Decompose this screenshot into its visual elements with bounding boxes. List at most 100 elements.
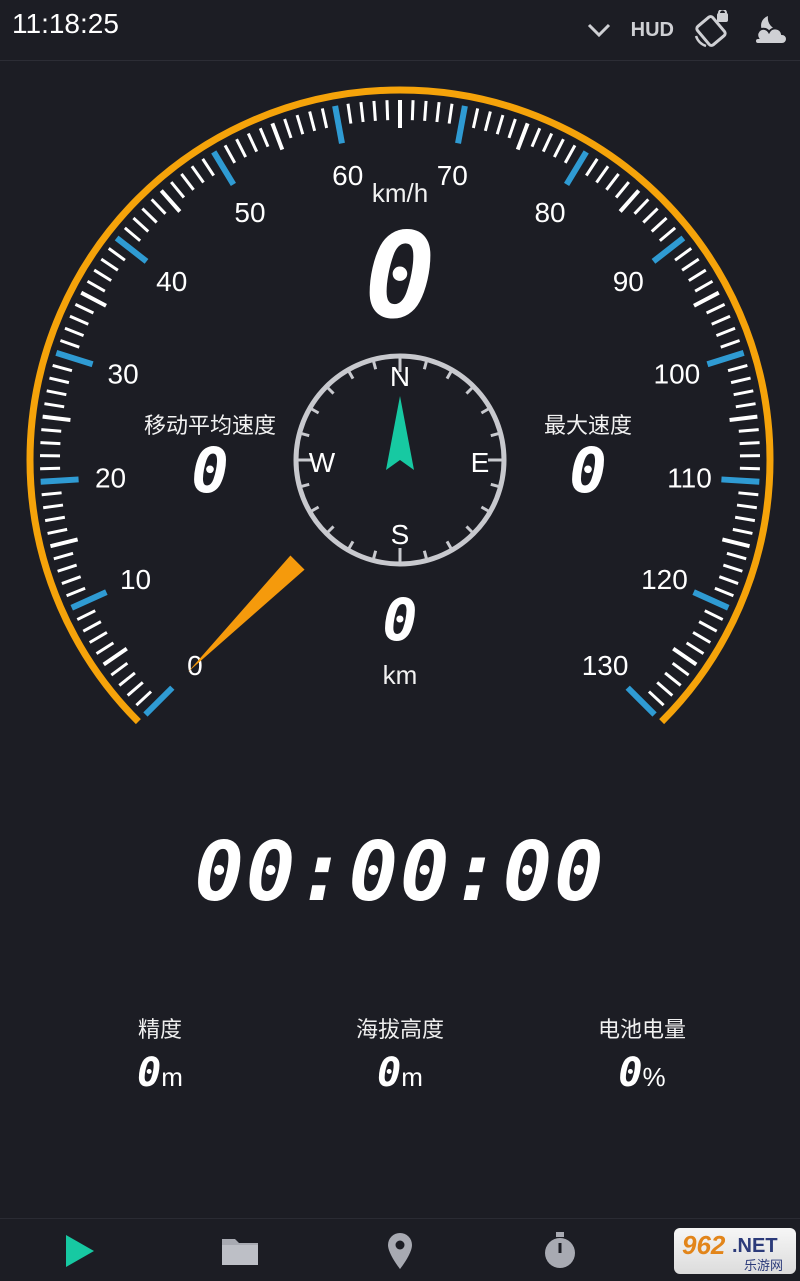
- accuracy-unit: m: [161, 1062, 183, 1092]
- speed-needle: [188, 555, 305, 672]
- minor-tick: [695, 281, 712, 291]
- minor-tick: [161, 191, 180, 212]
- minor-tick: [136, 692, 151, 706]
- minor-tick: [260, 128, 268, 146]
- tick-label-100: 100: [654, 359, 701, 390]
- compass-tick: [374, 551, 376, 559]
- tick-label-130: 130: [582, 650, 629, 681]
- minor-tick: [81, 293, 106, 306]
- battery-label: 电池电量: [532, 1012, 752, 1044]
- major-tick: [721, 479, 759, 481]
- altitude-value: 0: [377, 1050, 401, 1096]
- minor-tick: [733, 529, 753, 533]
- minor-tick: [192, 166, 204, 182]
- site-watermark-logo: 962 .NET 乐游网: [674, 1228, 796, 1274]
- minor-tick: [425, 101, 426, 121]
- svg-text:乐游网: 乐游网: [744, 1259, 783, 1274]
- compass-tick: [312, 507, 319, 511]
- rotation-lock-icon[interactable]: [692, 10, 732, 50]
- minor-tick: [128, 682, 143, 695]
- minor-tick: [485, 112, 490, 131]
- minor-tick: [665, 673, 681, 686]
- minor-tick: [374, 101, 375, 121]
- minor-tick: [65, 328, 84, 335]
- minor-tick: [675, 248, 691, 260]
- minor-tick: [473, 108, 477, 128]
- compass-tick: [447, 372, 451, 379]
- minor-tick: [67, 588, 86, 596]
- minor-tick: [735, 517, 755, 520]
- minor-tick: [620, 191, 639, 212]
- major-tick: [335, 106, 342, 143]
- minor-tick: [50, 539, 77, 546]
- minor-tick: [77, 611, 95, 620]
- minor-tick: [42, 493, 62, 495]
- tick-label-10: 10: [120, 564, 151, 595]
- chevron-down-icon[interactable]: [585, 20, 613, 40]
- tick-label-120: 120: [641, 564, 688, 595]
- compass-tick: [374, 361, 376, 369]
- minor-tick: [43, 505, 63, 508]
- minor-tick: [125, 228, 140, 241]
- minor-tick: [49, 378, 68, 383]
- compass-n: N: [390, 361, 410, 392]
- minor-tick: [90, 632, 107, 642]
- minor-tick: [111, 663, 127, 675]
- minor-tick: [203, 159, 214, 176]
- altitude-unit: m: [401, 1062, 423, 1092]
- compass-needle-icon: [386, 396, 414, 470]
- major-tick: [72, 592, 107, 608]
- compass-tick: [466, 526, 472, 532]
- minor-tick: [437, 102, 439, 122]
- compass-tick: [312, 409, 319, 413]
- max-speed-value: 0: [488, 436, 688, 506]
- tick-label-90: 90: [613, 266, 644, 297]
- minor-tick: [45, 517, 65, 520]
- minor-tick: [682, 259, 699, 270]
- weather-night-icon[interactable]: [750, 10, 790, 50]
- minor-tick: [497, 115, 503, 134]
- compass-w: W: [309, 447, 336, 478]
- battery-value: 0: [618, 1050, 642, 1096]
- minor-tick: [285, 119, 291, 138]
- minor-tick: [730, 417, 758, 420]
- minor-tick: [40, 443, 60, 444]
- altitude-label: 海拔高度: [290, 1012, 510, 1044]
- play-icon[interactable]: [60, 1231, 100, 1271]
- minor-tick: [88, 281, 105, 291]
- accuracy-value: 0: [137, 1050, 161, 1096]
- hud-button[interactable]: HUD: [631, 19, 674, 42]
- minor-tick: [543, 134, 551, 152]
- compass-tick: [328, 526, 334, 532]
- compass-tick: [424, 361, 426, 369]
- minor-tick: [43, 417, 71, 420]
- compass-tick: [481, 507, 488, 511]
- minor-tick: [719, 577, 738, 584]
- minor-tick: [737, 505, 757, 508]
- minor-tick: [738, 493, 758, 495]
- stopwatch-icon[interactable]: [540, 1231, 580, 1271]
- major-tick: [458, 106, 465, 143]
- avg-speed-value: 0: [110, 436, 310, 506]
- minor-tick: [660, 228, 675, 241]
- minor-tick: [48, 529, 68, 533]
- major-tick: [41, 479, 79, 481]
- minor-tick: [133, 218, 148, 231]
- minor-tick: [721, 341, 740, 348]
- minor-tick: [723, 565, 742, 571]
- tick-label-40: 40: [156, 266, 187, 297]
- current-speed-value: 0: [300, 214, 500, 338]
- distance-unit: km: [300, 660, 500, 691]
- battery-unit: %: [642, 1062, 665, 1092]
- minor-tick: [734, 391, 754, 395]
- minor-tick: [731, 378, 750, 383]
- minor-tick: [272, 123, 282, 149]
- location-pin-icon[interactable]: [380, 1231, 420, 1271]
- status-bar: 11:18:25 HUD: [0, 0, 800, 61]
- folder-icon[interactable]: [220, 1231, 260, 1271]
- minor-tick: [97, 643, 114, 654]
- minor-tick: [47, 391, 67, 395]
- minor-tick: [722, 539, 749, 546]
- minor-tick: [739, 430, 759, 432]
- compass-tick: [466, 388, 472, 394]
